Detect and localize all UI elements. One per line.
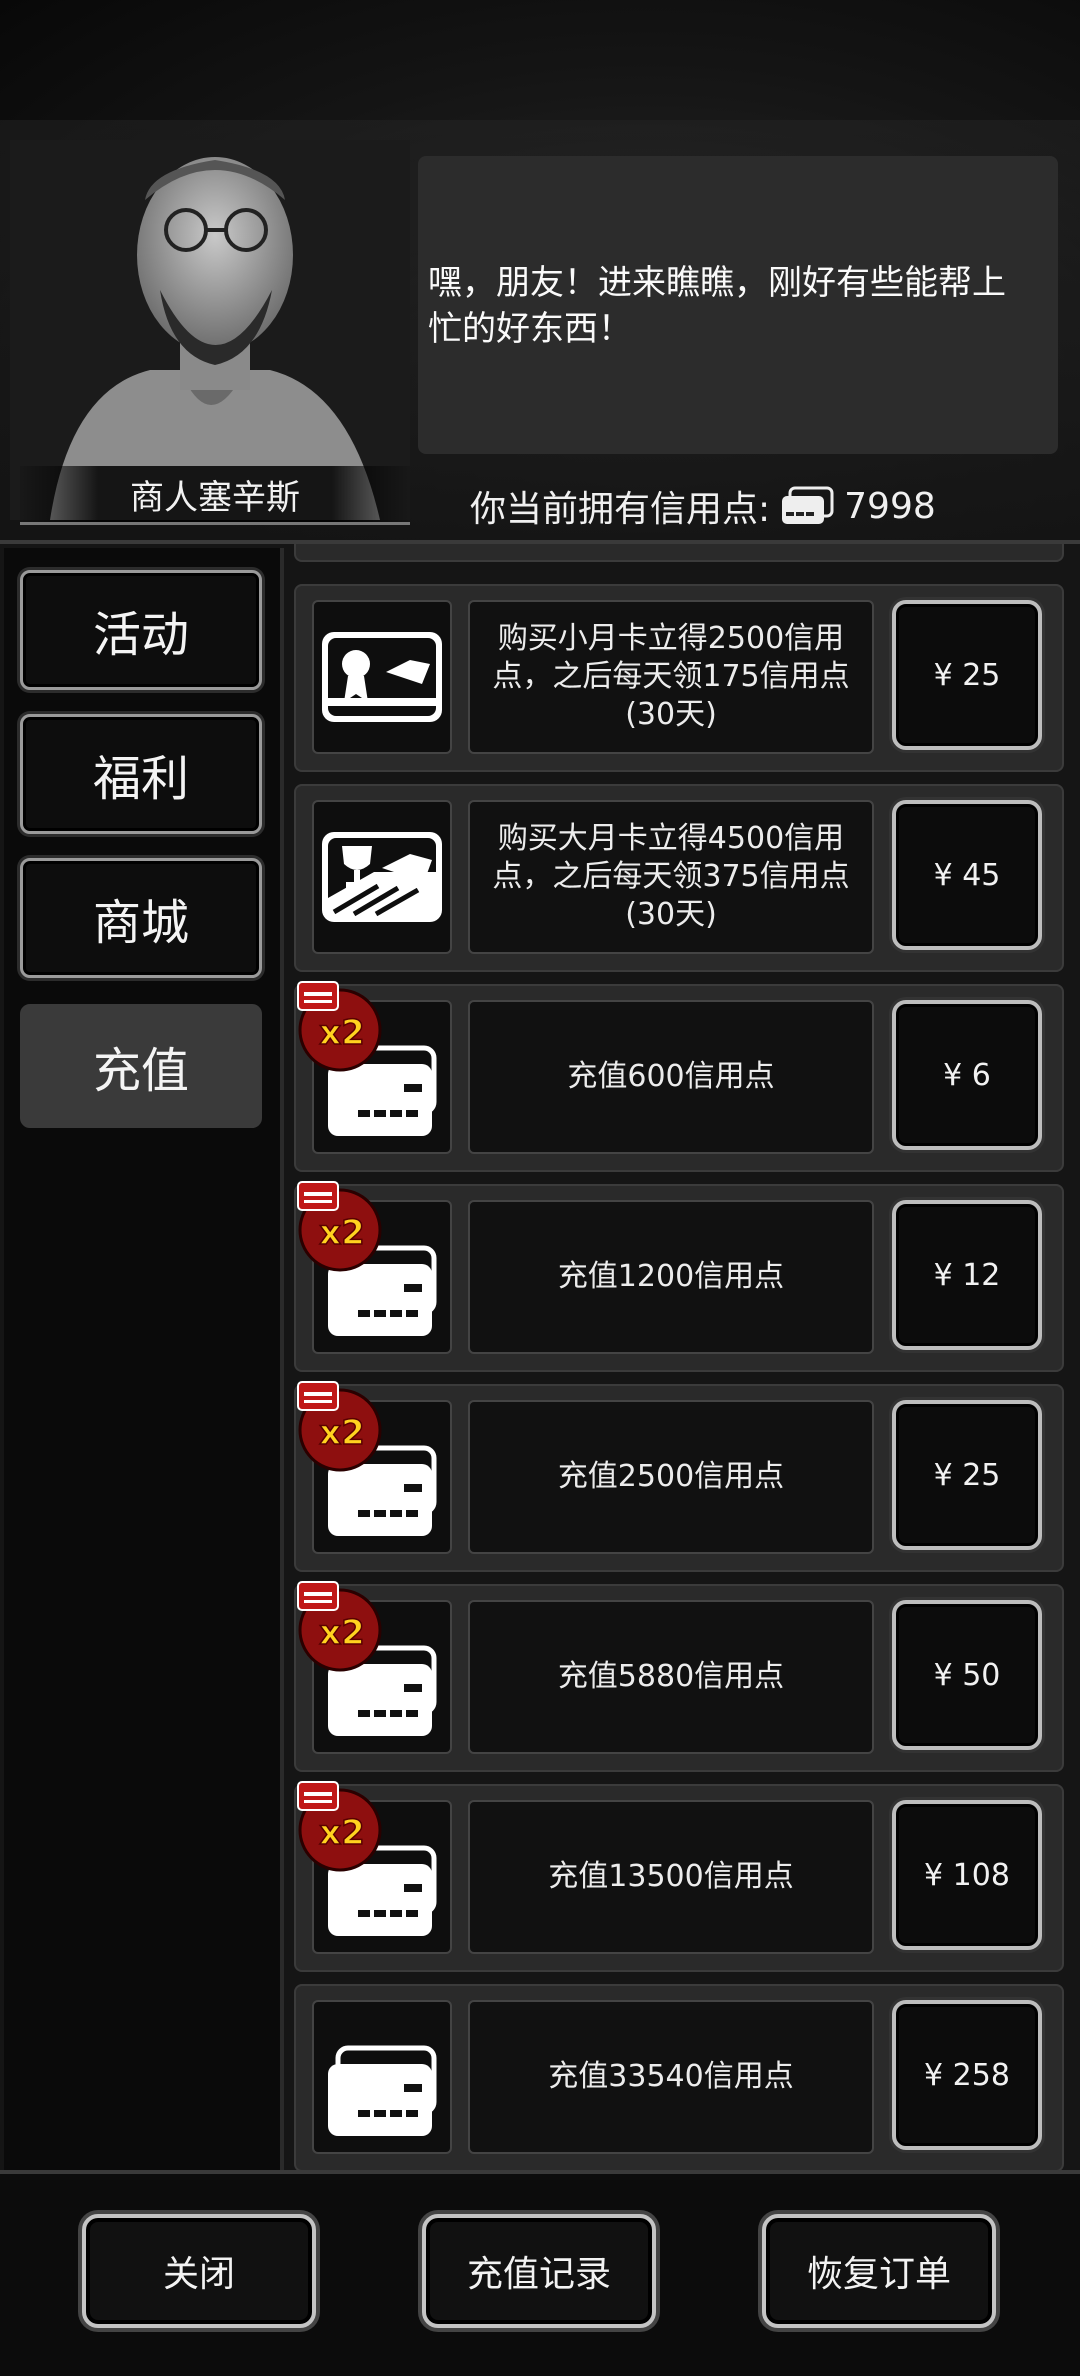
price-button[interactable]: ¥ 6 bbox=[892, 1000, 1042, 1150]
footer-bar: 关闭 充值记录 恢复订单 bbox=[0, 2174, 1080, 2376]
close-button[interactable]: 关闭 bbox=[82, 2214, 316, 2328]
price-button[interactable]: ¥ 25 bbox=[892, 600, 1042, 750]
tab-label: 福利 bbox=[92, 751, 189, 807]
credits-value: 7998 bbox=[844, 485, 936, 527]
tab-welfare[interactable]: 福利 bbox=[20, 714, 262, 834]
tab-activity[interactable]: 活动 bbox=[20, 570, 262, 690]
item-icon-box bbox=[312, 600, 452, 754]
double-bonus-badge: x2 bbox=[297, 1181, 382, 1272]
item-description: 充值600信用点 bbox=[468, 1000, 874, 1154]
item-description: 充值13500信用点 bbox=[468, 1800, 874, 1954]
category-sidebar: 活动 福利 商城 充值 bbox=[4, 548, 284, 2170]
tab-recharge[interactable]: 充值 bbox=[20, 1004, 262, 1128]
tab-label: 充值 bbox=[92, 1043, 189, 1099]
shop-row: x2 充值600信用点 ¥ 6 bbox=[294, 981, 1064, 1172]
item-description: 充值5880信用点 bbox=[468, 1600, 874, 1754]
credits-display: 你当前拥有信用点: 7998 bbox=[470, 478, 936, 534]
big-monthly-card-icon bbox=[322, 832, 442, 922]
double-bonus-badge: x2 bbox=[297, 981, 382, 1072]
shop-row: x2 充值1200信用点 ¥ 12 bbox=[294, 1181, 1064, 1372]
shop-panel: 活动 福利 商城 充值 购买小月卡立得2500信用点，之后每天领175信用点(3… bbox=[0, 540, 1080, 2174]
tab-label: 活动 bbox=[92, 607, 189, 663]
merchant-header: 商人塞辛斯 嘿，朋友！进来瞧瞧，刚好有些能帮上忙的好东西！ 你当前拥有信用点: … bbox=[0, 0, 1080, 540]
shop-row: 充值33540信用点 ¥ 258 bbox=[294, 1984, 1064, 2170]
credit-card-icon bbox=[782, 486, 834, 524]
shop-row-partial bbox=[294, 544, 1064, 562]
shop-row: x2 充值2500信用点 ¥ 25 bbox=[294, 1381, 1064, 1572]
badge-text: x2 bbox=[319, 1213, 365, 1253]
price-button[interactable]: ¥ 45 bbox=[892, 800, 1042, 950]
price-button[interactable]: ¥ 108 bbox=[892, 1800, 1042, 1950]
double-bonus-badge: x2 bbox=[297, 1381, 382, 1472]
shop-row: x2 充值13500信用点 ¥ 108 bbox=[294, 1781, 1064, 1972]
credit-cards-icon bbox=[328, 2045, 437, 2136]
shop-row: 购买小月卡立得2500信用点，之后每天领175信用点(30天) ¥ 25 bbox=[294, 584, 1064, 772]
tab-mall[interactable]: 商城 bbox=[20, 858, 262, 978]
badge-text: x2 bbox=[319, 1813, 365, 1853]
merchant-portrait bbox=[10, 140, 410, 520]
shop-row: 购买大月卡立得4500信用点，之后每天领375信用点(30天) ¥ 45 bbox=[294, 784, 1064, 972]
credits-label: 你当前拥有信用点: bbox=[470, 489, 771, 530]
item-description: 充值33540信用点 bbox=[468, 2000, 874, 2154]
badge-text: x2 bbox=[319, 1613, 365, 1653]
shop-row: x2 充值5880信用点 ¥ 50 bbox=[294, 1581, 1064, 1772]
shop-item-list[interactable]: 购买小月卡立得2500信用点，之后每天领175信用点(30天) ¥ 25 购买大… bbox=[290, 544, 1068, 2170]
badge-text: x2 bbox=[319, 1413, 365, 1453]
recharge-history-button[interactable]: 充值记录 bbox=[422, 2214, 656, 2328]
badge-text: x2 bbox=[319, 1013, 365, 1053]
item-description: 购买大月卡立得4500信用点，之后每天领375信用点(30天) bbox=[468, 800, 874, 954]
merchant-name: 商人塞辛斯 bbox=[20, 466, 410, 525]
price-button[interactable]: ¥ 50 bbox=[892, 1600, 1042, 1750]
item-icon-box bbox=[312, 2000, 452, 2154]
merchant-dialog: 嘿，朋友！进来瞧瞧，刚好有些能帮上忙的好东西！ bbox=[418, 156, 1058, 454]
small-monthly-card-icon bbox=[322, 632, 442, 722]
item-description: 购买小月卡立得2500信用点，之后每天领175信用点(30天) bbox=[468, 600, 874, 754]
price-button[interactable]: ¥ 25 bbox=[892, 1400, 1042, 1550]
price-button[interactable]: ¥ 12 bbox=[892, 1200, 1042, 1350]
double-bonus-badge: x2 bbox=[297, 1781, 382, 1872]
item-icon-box bbox=[312, 800, 452, 954]
restore-order-button[interactable]: 恢复订单 bbox=[762, 2214, 996, 2328]
tab-label: 商城 bbox=[92, 895, 189, 951]
price-button[interactable]: ¥ 258 bbox=[892, 2000, 1042, 2150]
item-description: 充值2500信用点 bbox=[468, 1400, 874, 1554]
item-description: 充值1200信用点 bbox=[468, 1200, 874, 1354]
double-bonus-badge: x2 bbox=[297, 1581, 382, 1672]
